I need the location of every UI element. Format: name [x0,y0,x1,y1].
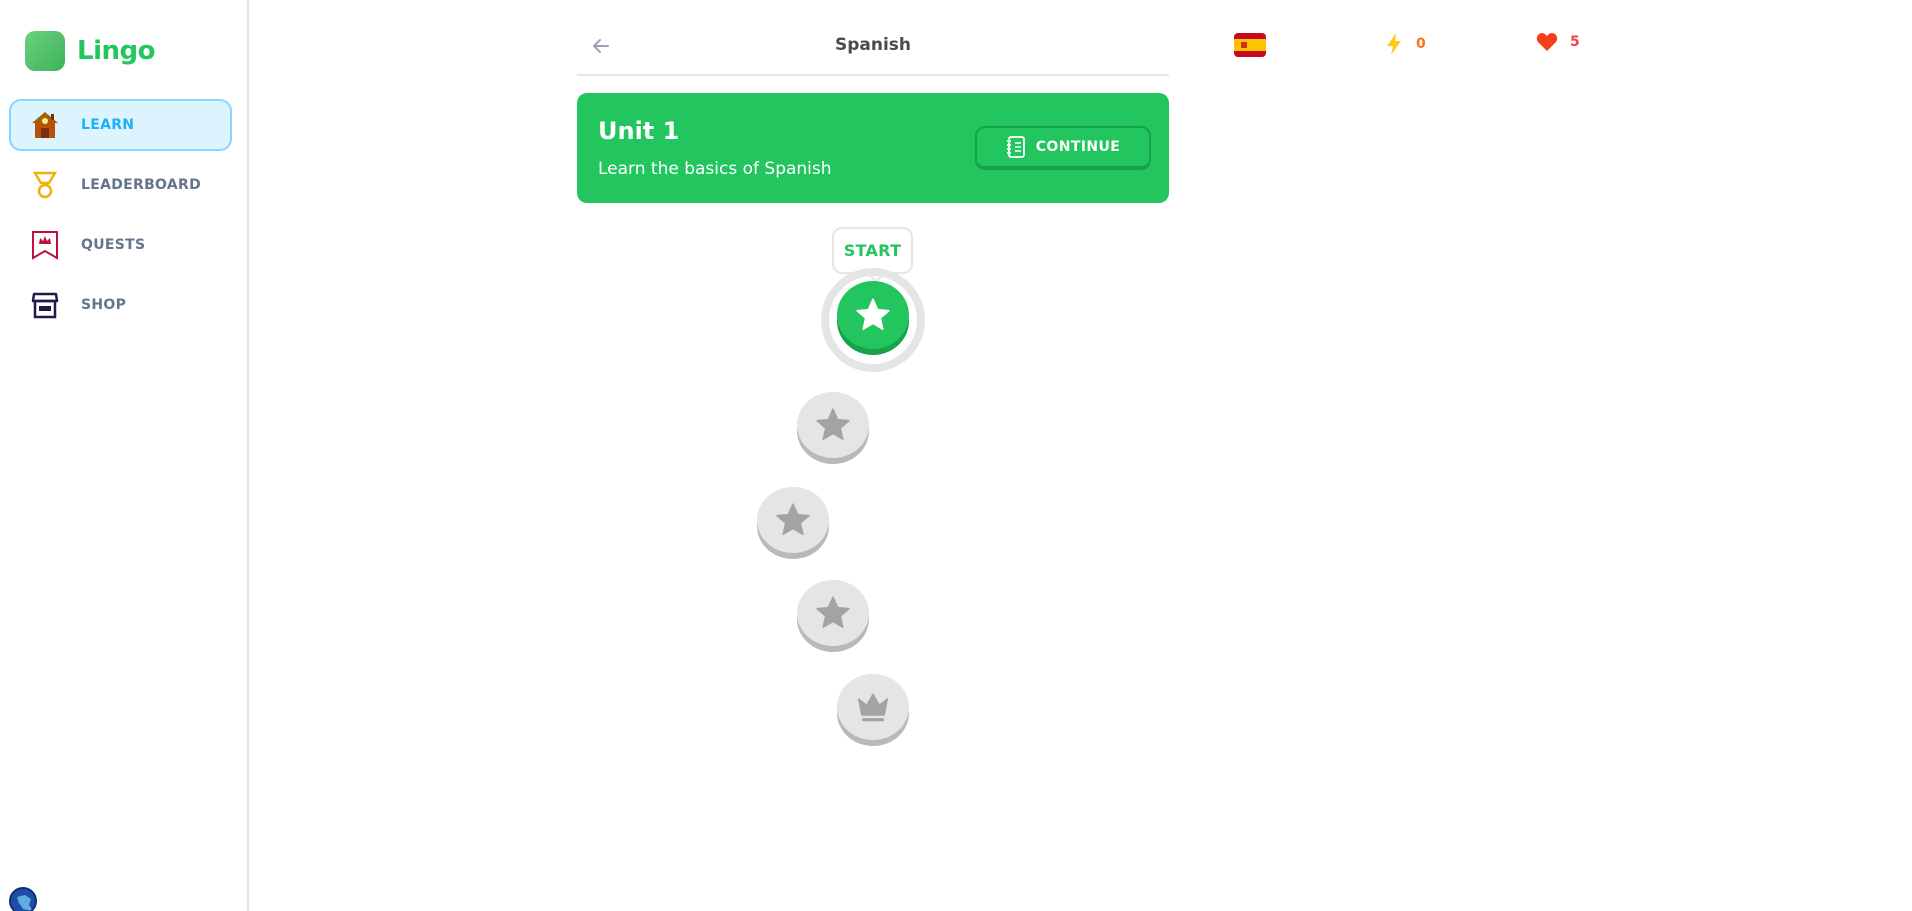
notebook-icon [1006,136,1025,158]
star-icon [856,298,890,331]
spain-flag-icon [1234,33,1266,57]
continue-button[interactable]: CONTINUE [975,126,1151,170]
sidebar-nav: LEARN LEADERBOARD QUESTS SHOP [9,99,232,339]
unit-description: Learn the basics of Spanish [598,159,832,179]
sidebar-item-leaderboard[interactable]: LEADERBOARD [9,159,232,211]
logo-mark-icon [25,31,65,71]
sidebar: Lingo LEARN LEADERBOARD QUESTS SHOP [0,0,249,911]
points-value: 0 [1416,36,1426,52]
lesson-button-5[interactable] [837,674,909,740]
sidebar-item-label: LEARN [81,117,135,133]
lesson-button-2[interactable] [797,392,869,458]
app-logo[interactable]: Lingo [25,31,155,71]
app-name: Lingo [77,36,155,66]
quests-banner-icon [29,229,61,261]
course-flag-button[interactable] [1234,33,1266,57]
start-tooltip: START [832,227,913,274]
unit-title: Unit 1 [598,117,680,145]
sidebar-item-quests[interactable]: QUESTS [9,219,232,271]
leaderboard-medal-icon [29,169,61,201]
sidebar-item-shop[interactable]: SHOP [9,279,232,331]
heart-icon [1536,33,1558,51]
star-icon [816,408,850,441]
lesson-button-1[interactable] [837,281,909,349]
star-icon [816,596,850,629]
continue-label: CONTINUE [1035,139,1121,155]
points-stat[interactable]: 0 [1384,32,1426,56]
learn-house-icon [29,109,61,141]
sidebar-item-label: SHOP [81,297,127,313]
lesson-button-3[interactable] [757,487,829,553]
sidebar-item-label: QUESTS [81,237,146,253]
shop-store-icon [29,289,61,321]
lightning-bolt-icon [1387,33,1401,55]
unit-banner: Unit 1 Learn the basics of Spanish CONTI… [577,93,1169,203]
course-header: Spanish [577,26,1169,76]
sidebar-item-learn[interactable]: LEARN [9,99,232,151]
crown-icon [857,693,889,722]
lesson-button-4[interactable] [797,580,869,646]
star-icon [776,503,810,536]
hearts-stat[interactable]: 5 [1536,32,1580,52]
sidebar-item-label: LEADERBOARD [81,177,202,193]
page-title: Spanish [834,35,912,55]
hearts-value: 5 [1570,34,1580,50]
user-avatar[interactable] [9,887,37,911]
